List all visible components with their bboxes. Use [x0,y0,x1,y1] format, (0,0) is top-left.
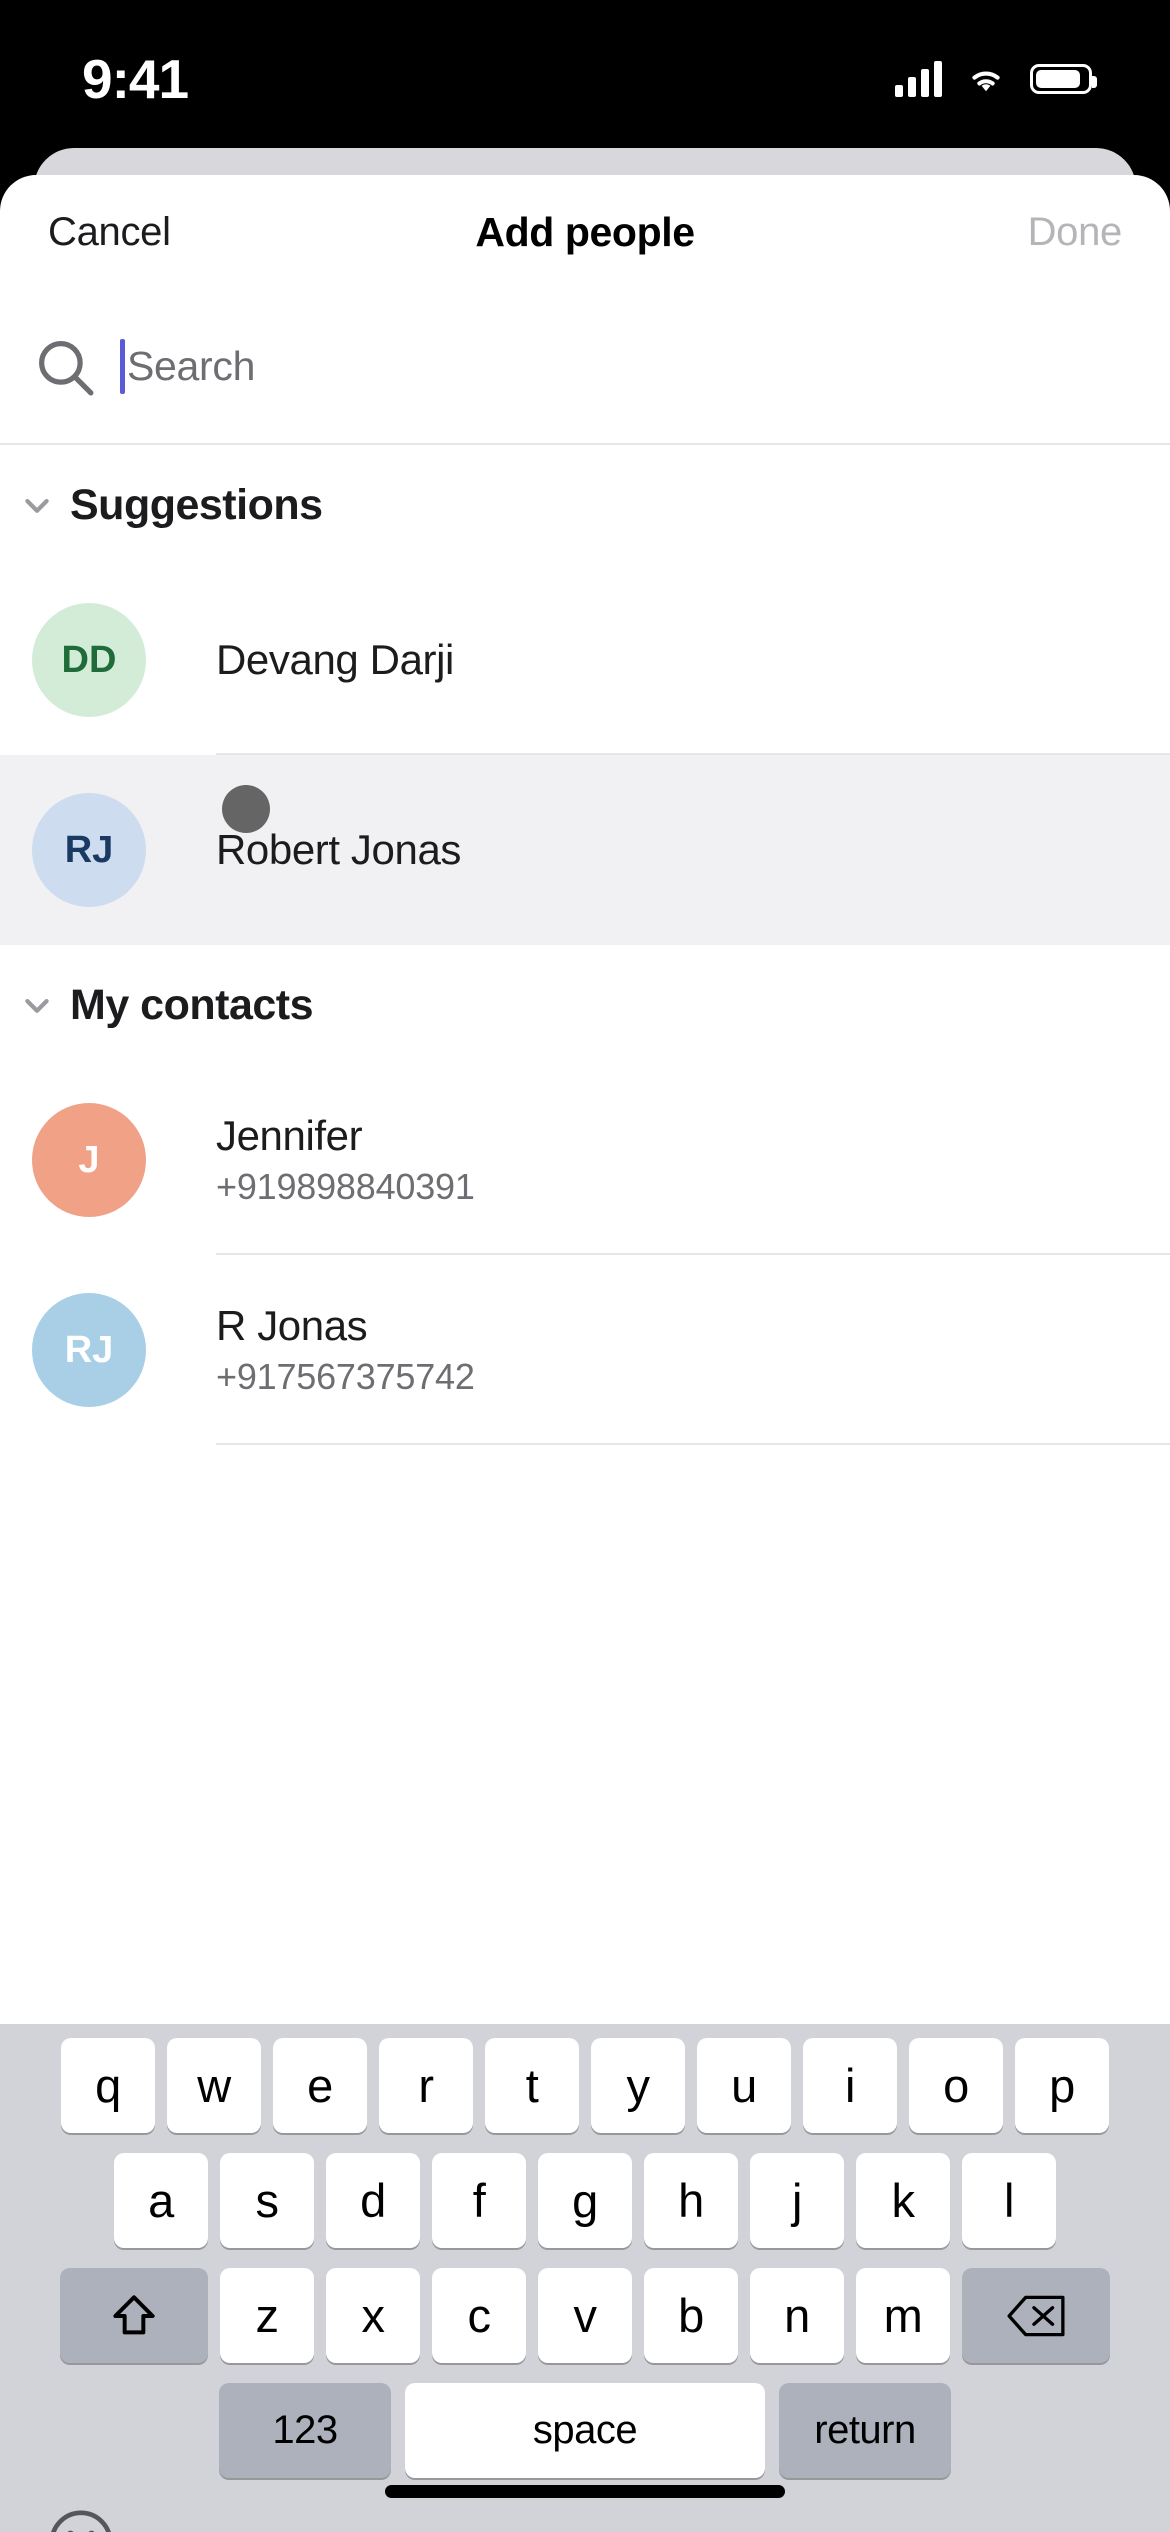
section-suggestions: Suggestions DD Devang Darji RJ Robert Jo… [0,445,1170,945]
search-input[interactable]: Search [120,339,1140,394]
key-p[interactable]: p [1015,2038,1109,2133]
chevron-down-icon [25,999,49,1013]
cancel-button[interactable]: Cancel [48,210,171,255]
avatar: RJ [32,1293,146,1407]
page-title: Add people [475,209,695,255]
list-item-text: Devang Darji [216,636,454,684]
list-item-text: R Jonas +917567375742 [216,1302,475,1398]
key-o[interactable]: o [909,2038,1003,2133]
section-my-contacts: My contacts J Jennifer +919898840391 RJ … [0,945,1170,1445]
key-c[interactable]: c [432,2268,526,2363]
list-item[interactable]: RJ R Jonas +917567375742 [0,1255,1170,1445]
battery-icon [1030,64,1097,94]
status-bar: 9:41 [0,0,1170,150]
contact-name: Devang Darji [216,636,454,683]
key-x[interactable]: x [326,2268,420,2363]
key-z[interactable]: z [220,2268,314,2363]
backspace-icon [1007,2295,1065,2336]
list-item-text: Jennifer +919898840391 [216,1112,475,1208]
emoji-icon[interactable] [46,2507,116,2532]
keyboard-row-3: z x c v b n m [0,2268,1170,2363]
shift-key[interactable] [60,2268,208,2363]
list-item[interactable]: RJ Robert Jonas [0,755,1170,945]
status-time: 9:41 [82,47,189,110]
keyboard-row-4: 123 space return [0,2383,1170,2478]
space-key[interactable]: space [405,2383,765,2478]
add-people-sheet: Cancel Add people Done Search Suggestion… [0,175,1170,2532]
key-b[interactable]: b [644,2268,738,2363]
phone-screen: 9:41 Cancel Add people Done Search Sugge… [0,0,1170,2532]
section-header-my-contacts[interactable]: My contacts [0,945,1170,1065]
shift-icon [113,2294,155,2334]
key-y[interactable]: y [591,2038,685,2133]
cellular-signal-icon [895,61,942,97]
key-i[interactable]: i [803,2038,897,2133]
return-key[interactable]: return [779,2383,951,2478]
search-icon [39,340,94,395]
search-placeholder: Search [127,343,256,389]
key-q[interactable]: q [61,2038,155,2133]
keyboard-row-1: q w e r t y u i o p [0,2038,1170,2133]
contact-name: Robert Jonas [216,826,462,873]
contact-name: R Jonas [216,1302,368,1349]
key-n[interactable]: n [750,2268,844,2363]
contact-phone: +917567375742 [216,1356,475,1397]
key-s[interactable]: s [220,2153,314,2248]
section-header-suggestions[interactable]: Suggestions [0,445,1170,565]
chevron-down-icon [25,499,49,513]
key-m[interactable]: m [856,2268,950,2363]
key-l[interactable]: l [962,2153,1056,2248]
row-separator [216,1443,1170,1445]
section-title: My contacts [70,980,314,1029]
home-indicator [385,2485,785,2498]
key-e[interactable]: e [273,2038,367,2133]
key-h[interactable]: h [644,2153,738,2248]
list-item-text: Robert Jonas [216,826,461,874]
key-w[interactable]: w [167,2038,261,2133]
wifi-icon [972,71,1000,92]
key-d[interactable]: d [326,2153,420,2248]
key-j[interactable]: j [750,2153,844,2248]
onscreen-keyboard[interactable]: q w e r t y u i o p a s d f g h j k l z … [0,2024,1170,2532]
key-g[interactable]: g [538,2153,632,2248]
key-f[interactable]: f [432,2153,526,2248]
list-item[interactable]: J Jennifer +919898840391 [0,1065,1170,1255]
key-t[interactable]: t [485,2038,579,2133]
section-title: Suggestions [70,480,323,529]
key-r[interactable]: r [379,2038,473,2133]
contact-phone: +919898840391 [216,1166,475,1207]
search-bar[interactable]: Search [0,290,1170,445]
backspace-key[interactable] [962,2268,1110,2363]
avatar: RJ [32,793,146,907]
numbers-key[interactable]: 123 [219,2383,391,2478]
key-a[interactable]: a [114,2153,208,2248]
keyboard-utility-row [0,2494,1170,2532]
done-button[interactable]: Done [1028,210,1123,255]
status-icons [895,53,1097,97]
key-v[interactable]: v [538,2268,632,2363]
avatar: DD [32,603,146,717]
key-k[interactable]: k [856,2153,950,2248]
list-item[interactable]: DD Devang Darji [0,565,1170,755]
sheet-navigation-bar: Cancel Add people Done [0,175,1170,290]
key-u[interactable]: u [697,2038,791,2133]
touch-point-indicator [222,785,270,833]
keyboard-row-2: a s d f g h j k l [0,2153,1170,2248]
text-cursor [120,339,125,394]
avatar: J [32,1103,146,1217]
contact-name: Jennifer [216,1112,363,1159]
